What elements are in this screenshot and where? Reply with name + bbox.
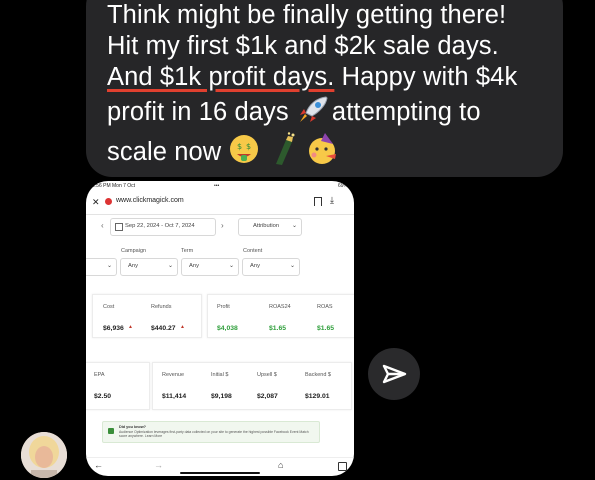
revenue-value: $11,414: [162, 393, 187, 400]
backend-value: $129.01: [305, 393, 330, 400]
term-select[interactable]: Any ⌄: [181, 258, 239, 276]
bottom-toolbar: ← → ⌂: [86, 457, 354, 476]
chevron-down-icon: ⌄: [106, 263, 112, 269]
message-line-5: scale now $ $: [107, 132, 567, 174]
revenue-header: Revenue: [162, 372, 185, 378]
attribution-select[interactable]: Attribution ⌄: [238, 218, 302, 236]
forward-icon[interactable]: →: [154, 460, 163, 470]
next-date-icon[interactable]: ›: [221, 221, 224, 230]
profit-value: $4,038: [217, 325, 238, 332]
message-line-4: profit in 16 days attempting to: [107, 94, 567, 132]
revenue-card: [152, 362, 352, 410]
roas-value: $1.65: [317, 325, 335, 332]
upsell-value: $2,087: [257, 393, 278, 400]
send-icon: [382, 364, 407, 384]
chevron-down-icon: ⌄: [167, 263, 173, 269]
message-text: Think might be finally getting there! Hi…: [107, 0, 567, 174]
prev-filter-select[interactable]: ⌄: [86, 258, 117, 276]
money-mouth-emoji: $ $: [228, 133, 260, 173]
svg-text:$: $: [246, 142, 251, 151]
svg-text:$: $: [237, 142, 242, 151]
up-arrow-icon: ▲: [180, 324, 185, 330]
site-icon: [105, 198, 112, 205]
chevron-down-icon: ⌄: [291, 223, 297, 229]
epa-header: EPA: [94, 372, 105, 378]
cost-header: Cost: [103, 304, 115, 310]
info-icon: [108, 428, 114, 434]
term-label: Term: [181, 248, 194, 254]
notice-banner: Did you know? Audience Optimization leve…: [102, 421, 320, 443]
close-icon[interactable]: ✕: [92, 197, 100, 208]
bookmark-icon[interactable]: [314, 197, 322, 206]
notice-title: Did you know?: [119, 425, 146, 429]
upsell-header: Upsell $: [257, 372, 277, 378]
avatar[interactable]: [21, 432, 67, 478]
up-arrow-icon: ▲: [128, 324, 133, 330]
cost-value: $6,936: [103, 325, 124, 332]
roas24-value: $1.65: [269, 325, 287, 332]
roas24-header: ROAS24: [269, 304, 291, 310]
share-button[interactable]: [368, 348, 420, 400]
initial-value: $9,198: [211, 393, 232, 400]
back-icon[interactable]: ←: [94, 460, 103, 470]
message-line-1: Think might be finally getting there!: [107, 1, 507, 29]
party-face-emoji: [305, 132, 339, 174]
initial-header: Initial $: [211, 372, 229, 378]
home-icon[interactable]: ⌂: [278, 460, 283, 470]
content-label: Content: [243, 248, 263, 254]
epa-value: $2.50: [94, 393, 112, 400]
attached-screenshot[interactable]: 3:56 PM Mon 7 Oct ••• 69% ✕ www.clickmag…: [86, 181, 354, 476]
champagne-emoji: [268, 132, 298, 174]
url-text[interactable]: www.clickmagick.com: [116, 197, 184, 204]
status-bar: 3:56 PM Mon 7 Oct ••• 69%: [92, 183, 348, 189]
epa-card: [86, 362, 150, 410]
content-select[interactable]: Any ⌄: [242, 258, 300, 276]
refunds-value: $440.27: [151, 325, 176, 332]
calendar-icon: [115, 223, 123, 231]
message-line-2: Hit my first $1k and $2k sale days.: [107, 32, 499, 61]
message-line-3: And $1k profit days. Happy with $4k: [107, 63, 518, 92]
campaign-label: Campaign: [121, 248, 147, 254]
refunds-header: Refunds: [151, 304, 172, 310]
date-range-picker[interactable]: Sep 22, 2024 - Oct 7, 2024: [110, 218, 216, 236]
rocket-emoji: [296, 94, 332, 132]
address-bar[interactable]: ✕ www.clickmagick.com ⤓: [86, 192, 354, 215]
campaign-select[interactable]: Any ⌄: [120, 258, 178, 276]
profit-header: Profit: [217, 304, 230, 310]
underlined-phrase: And $1k profit days.: [107, 63, 335, 92]
backend-header: Backend $: [305, 372, 331, 378]
download-icon[interactable]: ⤓: [330, 195, 334, 206]
prev-date-icon[interactable]: ‹: [101, 221, 104, 230]
roas-header: ROAS: [317, 304, 333, 310]
home-indicator: [180, 472, 260, 474]
notice-text: Audience Optimization leverages first-pa…: [119, 430, 309, 439]
chevron-down-icon: ⌄: [289, 263, 295, 269]
chevron-down-icon: ⌄: [228, 263, 234, 269]
tabs-icon[interactable]: [338, 462, 347, 471]
